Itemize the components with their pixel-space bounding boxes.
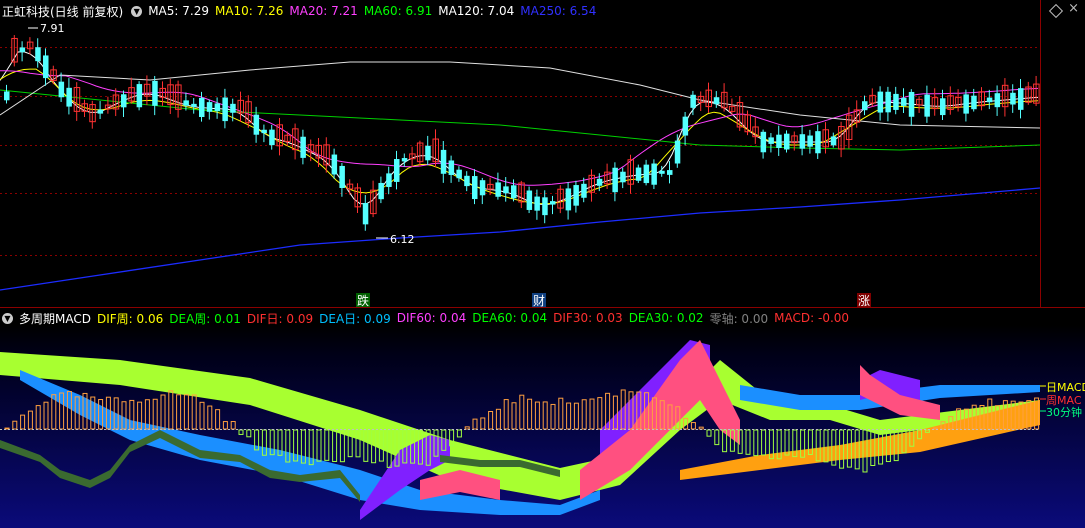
marker-cai[interactable]: 财: [532, 293, 546, 308]
macd-dif-day: DIF日: 0.09: [246, 311, 314, 326]
macd-dea-week: DEA周: 0.01: [169, 311, 241, 326]
macd-dea-60: DEA60: 0.04: [472, 311, 548, 325]
macd-dif-week: DIF周: 0.06: [96, 311, 164, 326]
ma20-label: MA20: 7.21: [289, 4, 358, 18]
ma120-label: MA120: 7.04: [438, 4, 515, 18]
stock-chart-window: 7.91 6.12 跌 财 涨 日MACD 周MAC: [0, 0, 1085, 528]
chevron-down-icon[interactable]: ▼: [131, 5, 143, 17]
ma60-label: MA60: 6.91: [363, 4, 433, 18]
marker-zhang[interactable]: 涨: [857, 293, 871, 308]
marker-cai-text: 财: [533, 294, 545, 308]
marker-die[interactable]: 跌: [356, 293, 370, 308]
low-price-label: 6.12: [390, 233, 415, 246]
high-label-group: 7.91: [28, 22, 65, 35]
chevron-down-icon[interactable]: ▼: [2, 312, 13, 324]
macd-dea-30: DEA30: 0.02: [628, 311, 704, 325]
price-grid: [0, 47, 1040, 256]
ma10-label: MA10: 7.26: [214, 4, 284, 18]
close-icon[interactable]: ×: [1068, 1, 1079, 16]
macd-dif-60: DIF60: 0.04: [396, 311, 467, 325]
marker-zhang-text: 涨: [858, 293, 870, 308]
macd-title[interactable]: 多周期MACD: [19, 310, 91, 327]
stock-title[interactable]: 正虹科技(日线 前复权): [2, 3, 123, 20]
ma5-label: MA5: 7.29: [148, 4, 209, 18]
main-indicator-bar: 正虹科技(日线 前复权) ▼ MA5: 7.29 MA10: 7.26 MA20…: [0, 0, 1040, 22]
label-30min-macd: 30分钟: [1046, 405, 1082, 419]
marker-die-text: 跌: [357, 293, 369, 308]
macd-dea-day: DEA日: 0.09: [319, 311, 391, 326]
high-price-label: 7.91: [40, 22, 65, 35]
macd-indicator-bar: ▼ 多周期MACD DIF周: 0.06 DEA周: 0.01 DIF日: 0.…: [0, 307, 1085, 329]
label-day-macd: 日MACD: [1046, 381, 1085, 394]
ma250-label: MA250: 6.54: [520, 4, 597, 18]
macd-dif-30: DIF30: 0.03: [553, 311, 623, 325]
chart-canvas[interactable]: 7.91 6.12 跌 财 涨 日MACD 周MAC: [0, 0, 1085, 528]
macd-zero-axis: 零轴: 0.00: [709, 311, 769, 326]
macd-right-labels: 日MACD 周MAC 30分钟: [1040, 381, 1085, 419]
macd-value: MACD: -0.00: [774, 311, 850, 325]
